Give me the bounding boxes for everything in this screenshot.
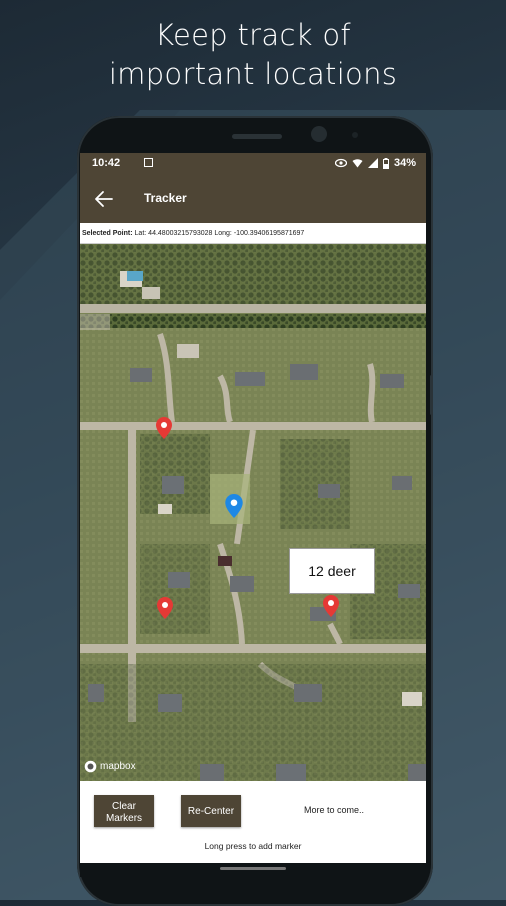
app-bar: Tracker — [80, 175, 426, 223]
mapbox-text: mapbox — [100, 761, 136, 772]
map-marker-4[interactable] — [323, 595, 339, 617]
gesture-nav-bar — [80, 863, 426, 877]
selected-point-bar: Selected Point: Lat: 44.48003215793028 L… — [80, 225, 426, 244]
headline-line-1: Keep track of — [155, 18, 351, 52]
map-marker-1[interactable] — [156, 417, 172, 439]
arrow-left-icon[interactable] — [92, 187, 116, 211]
headline-line-2: important locations — [108, 57, 398, 91]
map-imagery — [80, 244, 426, 781]
image-icon — [144, 158, 153, 167]
marker-callout: 12 deer — [289, 548, 375, 594]
home-handle[interactable] — [220, 867, 286, 870]
map-marker-3[interactable] — [157, 597, 173, 619]
battery-percent: 34% — [393, 157, 416, 169]
lat-label: Lat: — [134, 230, 147, 237]
battery-icon — [382, 157, 389, 169]
mapbox-attribution: mapbox — [84, 760, 136, 773]
bottom-controls: Clear Markers Re-Center More to come.. L… — [80, 781, 426, 863]
side-button — [430, 375, 433, 415]
earpiece — [232, 134, 282, 139]
status-bar: 10:42 34% — [80, 153, 426, 175]
wifi-icon — [352, 159, 363, 168]
signal-icon — [367, 158, 378, 168]
long-label: Long: — [214, 230, 232, 237]
app-title: Tracker — [144, 191, 187, 205]
hint-text: Long press to add marker — [204, 841, 302, 851]
recenter-button[interactable]: Re-Center — [181, 795, 241, 827]
marker-callout-label: 12 deer — [308, 563, 356, 579]
lat-value: 44.48003215793028 — [148, 230, 213, 237]
satellite-map[interactable]: 12 deer mapbox — [80, 244, 426, 781]
mapbox-logo-icon — [84, 760, 97, 773]
clear-markers-button[interactable]: Clear Markers — [94, 795, 154, 827]
headline: Keep track of important locations — [0, 16, 506, 94]
front-camera — [311, 126, 327, 142]
map-marker-2[interactable] — [225, 494, 243, 518]
clear-line-1: Clear — [112, 800, 136, 812]
long-value: -100.39406195871697 — [233, 230, 305, 237]
eye-icon — [334, 158, 347, 168]
proximity-sensor — [352, 132, 358, 138]
status-icons: 34% — [334, 157, 416, 169]
status-time: 10:42 — [92, 157, 121, 169]
clear-line-2: Markers — [105, 812, 143, 824]
app-screen: 10:42 34% Tracker Selected Point: Lat: 4… — [80, 153, 426, 863]
more-text: More to come.. — [304, 805, 365, 815]
selected-point-label: Selected Point: — [82, 230, 133, 237]
